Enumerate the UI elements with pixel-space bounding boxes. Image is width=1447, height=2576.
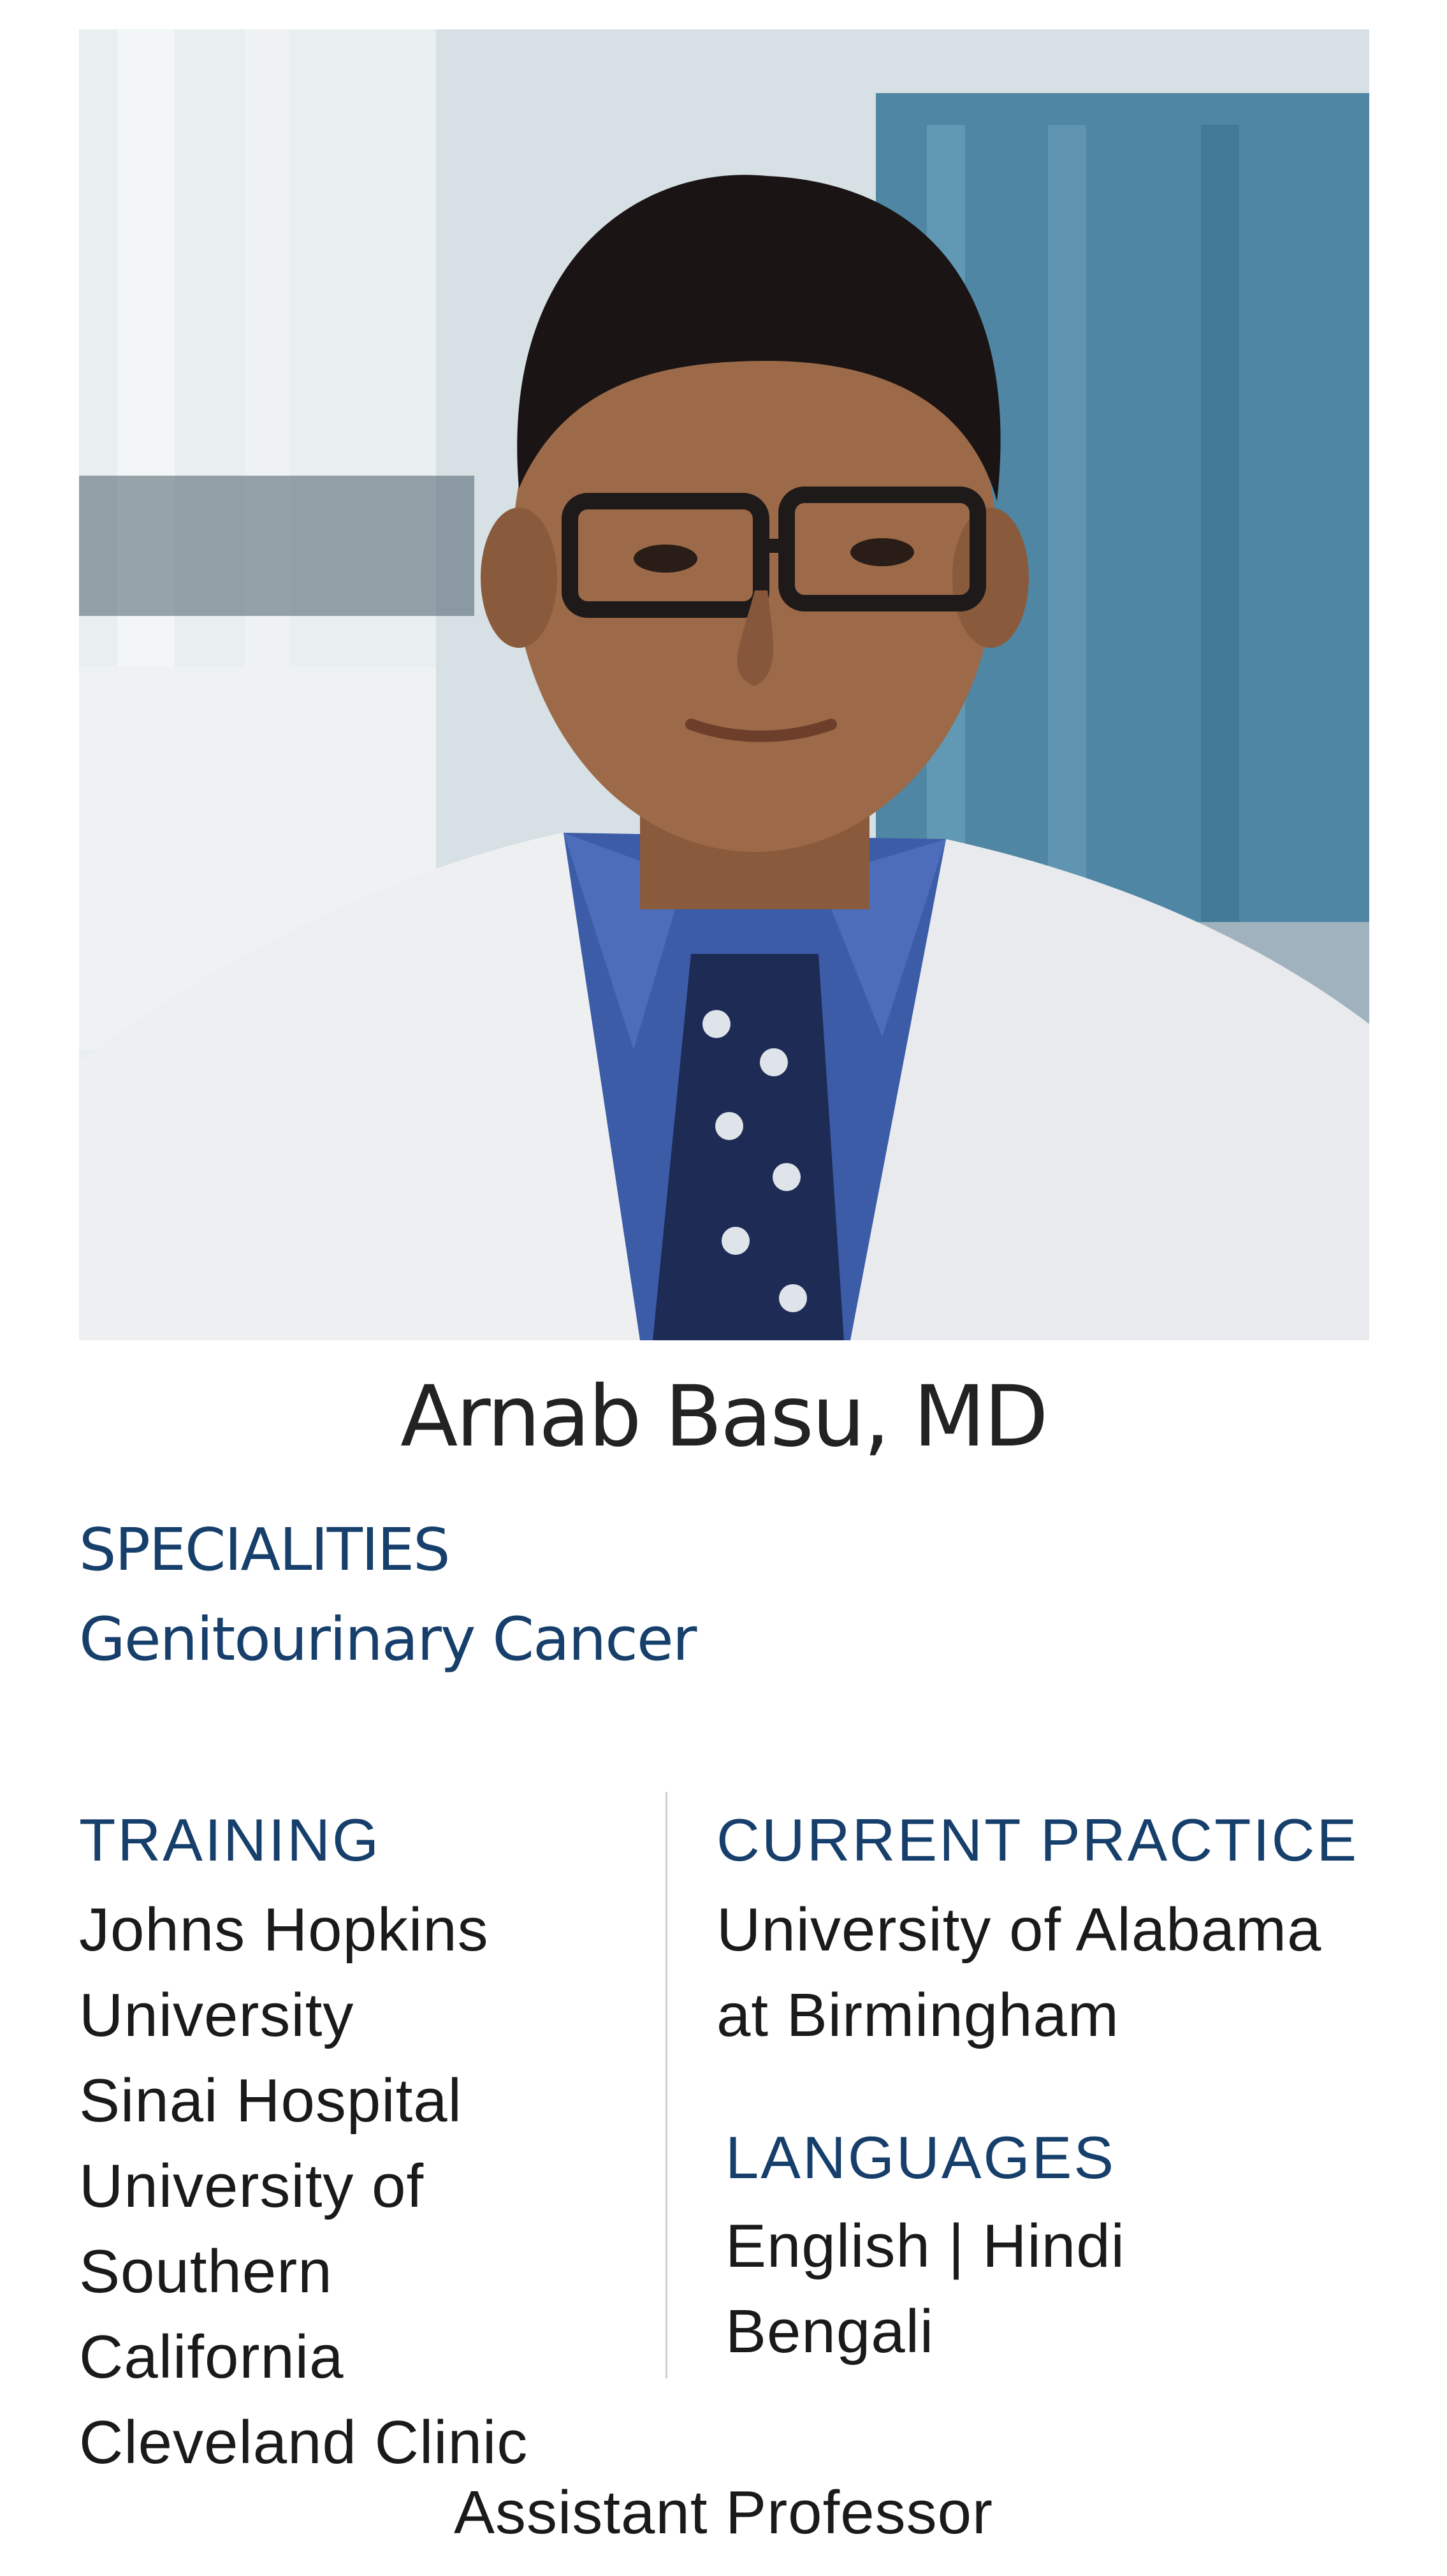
doctor-portrait-image [79, 29, 1369, 1340]
training-line: Sinai Hospital [79, 2067, 462, 2135]
training-line: Southern [79, 2237, 333, 2306]
training-line: Cleveland Clinic [79, 2408, 528, 2477]
training-heading: TRAINING [79, 1806, 381, 1873]
specialities-heading: SPECIALITIES [79, 1516, 451, 1584]
doctor-name: Arnab Basu, MD [400, 1368, 1049, 1466]
languages-line: English | Hindi [725, 2212, 1125, 2280]
training-line: University of [79, 2152, 425, 2220]
training-line: University [79, 1981, 354, 2049]
profile-photo [79, 29, 1369, 1340]
languages-heading: LANGUAGES [725, 2124, 1116, 2191]
languages-line: Bengali [725, 2297, 934, 2366]
current-practice-line: University of Alabama [716, 1896, 1322, 1964]
training-list: Johns Hopkins University Sinai Hospital … [79, 1887, 528, 2485]
training-line: Johns Hopkins [79, 1896, 489, 1964]
current-practice-heading: CURRENT PRACTICE [716, 1806, 1359, 1873]
languages-list: English | Hindi Bengali [725, 2204, 1125, 2375]
training-line: California [79, 2323, 344, 2391]
column-divider [665, 1792, 667, 2378]
current-practice-line: at Birmingham [716, 1981, 1119, 2049]
current-practice-list: University of Alabama at Birmingham [716, 1887, 1321, 2058]
specialities-value: Genitourinary Cancer [79, 1605, 697, 1674]
academic-title: Assistant Professor [454, 2478, 993, 2547]
